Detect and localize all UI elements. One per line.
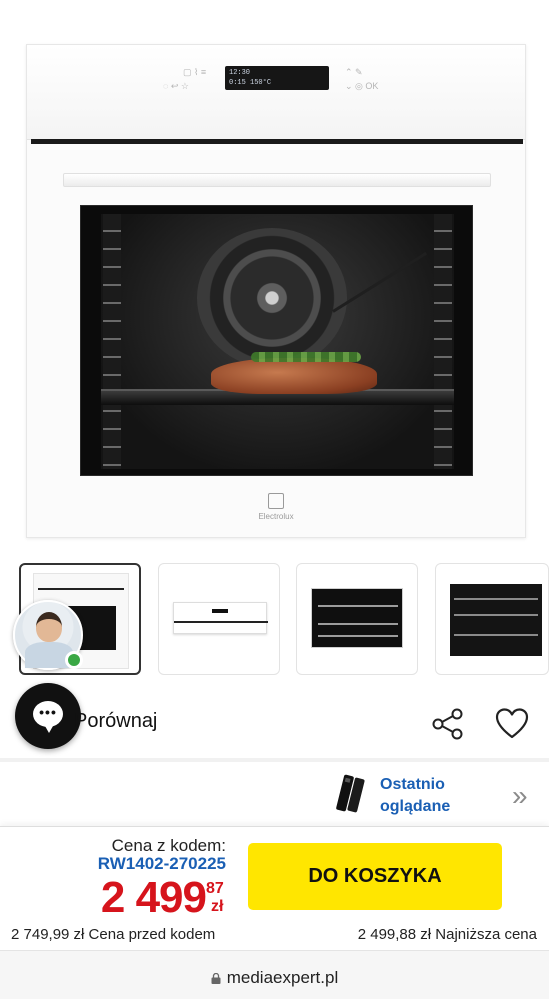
price-cents: 87: [206, 880, 224, 897]
price-main: 2 499: [100, 873, 207, 922]
avatar-head: [36, 612, 62, 642]
recently-viewed-icon[interactable]: [334, 772, 368, 816]
price-before-code: 2 749,99 zł Cena przed kodem: [11, 926, 216, 943]
brand-logo: Electrolux: [27, 493, 525, 521]
thumbnail-3[interactable]: [296, 563, 418, 675]
oven-illustration: ▢ ⌇ ≡ ◌ ↩ ☆ 12:30 0:15 150°C ⌃ ✎ ⌄ ◎ OK: [26, 44, 526, 538]
thumbnail-strip: [19, 563, 549, 675]
section-divider: [0, 758, 549, 762]
panel-icon-right: ⌃ ✎: [345, 67, 363, 77]
thumb-rack-line: [318, 635, 398, 637]
thumb-rack-line: [454, 614, 538, 616]
product-image[interactable]: ▢ ⌇ ≡ ◌ ↩ ☆ 12:30 0:15 150°C ⌃ ✎ ⌄ ◎ OK: [0, 0, 549, 552]
lowest-price: 2 499,88 zł Najniższa cena: [357, 926, 537, 943]
code-price-label: Cena z kodem:: [111, 836, 226, 855]
thumbnail-interior: [311, 588, 403, 648]
oven-window: [80, 205, 473, 476]
thumb-rack-line: [318, 605, 398, 607]
panel-icon-left-2: ◌ ↩ ☆: [163, 81, 189, 91]
thumb-display: [212, 609, 228, 613]
lock-icon: [211, 973, 221, 984]
thumb-line: [174, 621, 268, 623]
panel-icon-left: ▢ ⌇ ≡: [183, 67, 207, 77]
price-currency: zł: [211, 898, 224, 915]
thumbnail-oven-top: [173, 602, 268, 634]
heart-icon[interactable]: [494, 706, 530, 742]
promo-code[interactable]: RW1402-270225: [60, 854, 226, 874]
oven-control-panel: ▢ ⌇ ≡ ◌ ↩ ☆ 12:30 0:15 150°C ⌃ ✎ ⌄ ◎ OK: [27, 45, 525, 140]
compare-link[interactable]: Porównaj: [74, 710, 157, 733]
double-chevron-right-icon[interactable]: »: [512, 780, 527, 812]
thumbnail-2[interactable]: [158, 563, 280, 675]
product-page: ▢ ⌇ ≡ ◌ ↩ ☆ 12:30 0:15 150°C ⌃ ✎ ⌄ ◎ OK: [0, 0, 549, 999]
oven-cavity: [101, 214, 454, 469]
thumbnail-4[interactable]: [435, 563, 549, 675]
chat-button[interactable]: •••: [15, 683, 81, 749]
display-temp: 150°C: [250, 79, 272, 87]
panel-icon-right-2: ⌄ ◎ OK: [345, 81, 379, 91]
oven-handle: [63, 173, 491, 187]
url-display[interactable]: mediaexpert.pl: [0, 968, 549, 988]
fan-illustration: [197, 228, 347, 368]
display-timer: 0:15: [229, 79, 246, 87]
recently-viewed-link[interactable]: Ostatnio oglądane: [380, 774, 480, 818]
herb-garnish: [251, 352, 361, 362]
steak-illustration: [211, 358, 377, 394]
brand-text: Electrolux: [258, 512, 294, 521]
rack-left: [103, 214, 121, 469]
thumb-rack-line: [454, 634, 538, 636]
rack-right: [434, 214, 452, 469]
add-to-cart-button[interactable]: DO KOSZYKA: [248, 843, 502, 910]
browser-url-bar[interactable]: mediaexpert.pl: [0, 950, 549, 999]
electrolux-logo-icon: [268, 493, 284, 509]
oven-strip: [31, 139, 523, 144]
thumbnail-rack-detail: [450, 584, 542, 656]
online-status-dot: [65, 651, 83, 669]
url-text: mediaexpert.pl: [226, 968, 339, 987]
meat-probe: [332, 251, 428, 313]
recent-label-line1: Ostatnio: [380, 776, 445, 793]
chat-dots: •••: [39, 704, 57, 720]
oven-display: 12:30 0:15 150°C: [225, 66, 329, 90]
share-icon[interactable]: [430, 706, 466, 742]
chat-icon: •••: [33, 701, 63, 733]
recent-label-line2: oglądane: [380, 798, 451, 815]
thumb-rack-line: [454, 598, 538, 600]
display-time: 12:30: [229, 69, 251, 77]
sticky-price-bar: Cena z kodem: RW1402-270225 2 499 87 zł …: [0, 826, 549, 950]
thumb-rack-line: [318, 623, 398, 625]
thumb-bar: [38, 588, 124, 590]
